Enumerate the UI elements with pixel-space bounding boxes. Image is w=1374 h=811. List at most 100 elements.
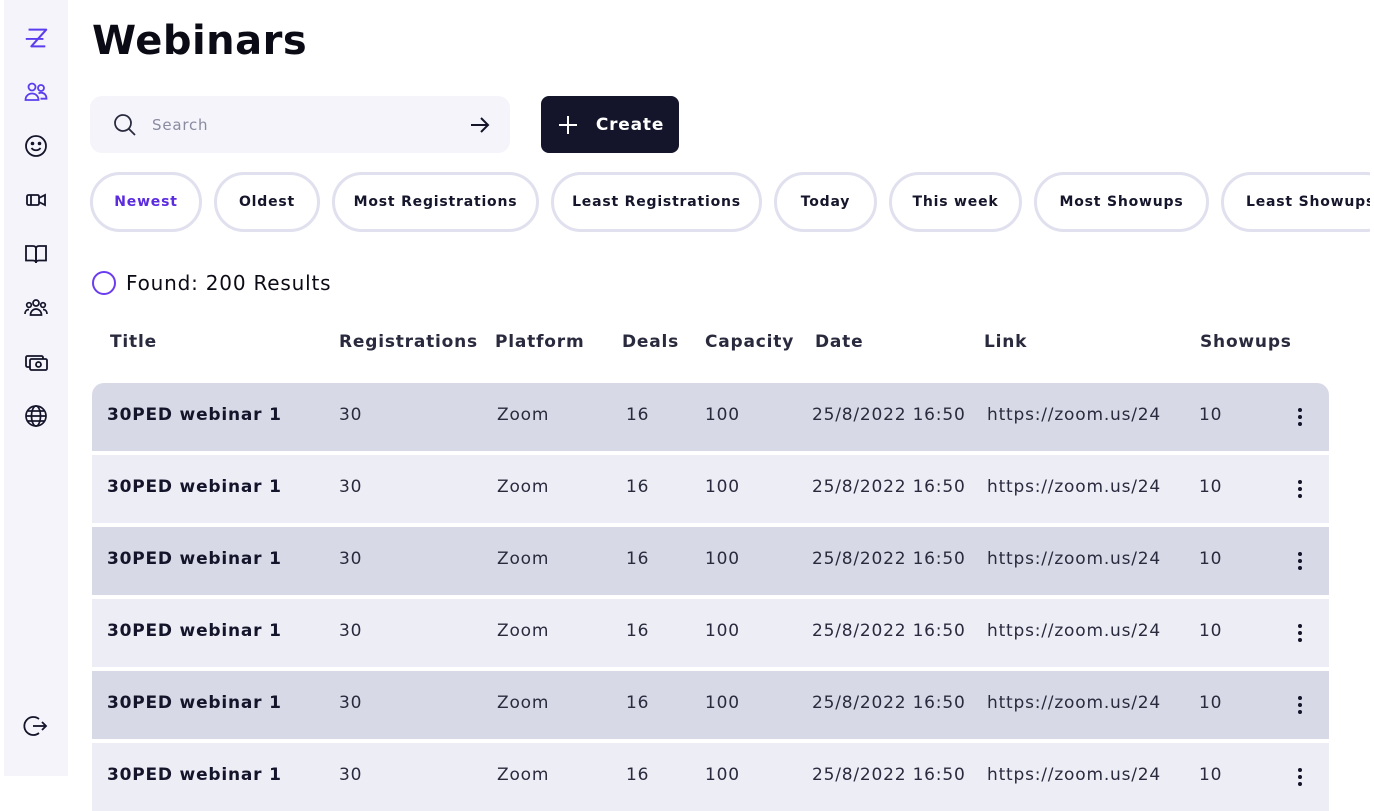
column-link[interactable]: Link (984, 332, 1027, 352)
column-title[interactable]: Title (110, 332, 157, 352)
cell-platform: Zoom (497, 621, 549, 641)
globe-icon[interactable] (20, 400, 52, 432)
column-showups[interactable]: Showups (1200, 332, 1292, 352)
loading-circle-icon (92, 271, 116, 295)
cell-registrations: 30 (339, 477, 362, 497)
column-registrations[interactable]: Registrations (339, 332, 478, 352)
cell-platform: Zoom (497, 693, 549, 713)
cell-deals: 16 (626, 693, 649, 713)
cell-platform: Zoom (497, 765, 549, 785)
more-options-icon[interactable] (1290, 765, 1310, 789)
cell-link[interactable]: https://zoom.us/24 (987, 549, 1161, 569)
cell-registrations: 30 (339, 765, 362, 785)
more-options-icon[interactable] (1290, 405, 1310, 429)
filter-least-registrations[interactable]: Least Registrations (551, 172, 762, 232)
cell-capacity: 100 (705, 765, 740, 785)
book-icon[interactable] (20, 238, 52, 270)
search-input[interactable] (152, 110, 452, 140)
cell-capacity: 100 (705, 405, 740, 425)
table-row[interactable]: 30PED webinar 1 30 Zoom 16 100 25/8/2022… (92, 671, 1329, 739)
logo-icon[interactable] (20, 22, 52, 54)
column-platform[interactable]: Platform (495, 332, 584, 352)
results-count: Found: 200 Results (92, 270, 331, 296)
money-icon[interactable] (20, 346, 52, 378)
create-button-label: Create (596, 115, 664, 135)
video-icon[interactable] (20, 184, 52, 216)
search-bar (90, 96, 510, 153)
cell-showups: 10 (1199, 621, 1222, 641)
cell-date: 25/8/2022 16:50 (812, 549, 966, 569)
cell-title: 30PED webinar 1 (107, 405, 282, 425)
cell-showups: 10 (1199, 477, 1222, 497)
cell-deals: 16 (626, 477, 649, 497)
cell-showups: 10 (1199, 405, 1222, 425)
arrow-right-icon[interactable] (468, 113, 492, 137)
table-row[interactable]: 30PED webinar 1 30 Zoom 16 100 25/8/2022… (92, 743, 1329, 811)
cell-registrations: 30 (339, 621, 362, 641)
table-row[interactable]: 30PED webinar 1 30 Zoom 16 100 25/8/2022… (92, 455, 1329, 523)
cell-platform: Zoom (497, 405, 549, 425)
search-icon (112, 112, 138, 138)
column-deals[interactable]: Deals (622, 332, 679, 352)
cell-platform: Zoom (497, 477, 549, 497)
table-row[interactable]: 30PED webinar 1 30 Zoom 16 100 25/8/2022… (92, 599, 1329, 667)
main-content: Webinars Create Newest Oldest Most Regis… (68, 0, 1374, 776)
cell-date: 25/8/2022 16:50 (812, 693, 966, 713)
results-text: Found: 200 Results (126, 271, 331, 295)
cell-registrations: 30 (339, 549, 362, 569)
community-icon[interactable] (20, 292, 52, 324)
filter-most-showups[interactable]: Most Showups (1034, 172, 1209, 232)
cell-link[interactable]: https://zoom.us/24 (987, 405, 1161, 425)
cell-title: 30PED webinar 1 (107, 549, 282, 569)
filter-oldest[interactable]: Oldest (214, 172, 320, 232)
cell-link[interactable]: https://zoom.us/24 (987, 693, 1161, 713)
cell-deals: 16 (626, 765, 649, 785)
table-row[interactable]: 30PED webinar 1 30 Zoom 16 100 25/8/2022… (92, 383, 1329, 451)
filter-newest[interactable]: Newest (90, 172, 202, 232)
cell-capacity: 100 (705, 477, 740, 497)
cell-link[interactable]: https://zoom.us/24 (987, 621, 1161, 641)
column-capacity[interactable]: Capacity (705, 332, 794, 352)
filter-least-showups[interactable]: Least Showups (1221, 172, 1370, 232)
cell-platform: Zoom (497, 549, 549, 569)
cell-title: 30PED webinar 1 (107, 621, 282, 641)
cell-registrations: 30 (339, 405, 362, 425)
cell-date: 25/8/2022 16:50 (812, 477, 966, 497)
cell-title: 30PED webinar 1 (107, 477, 282, 497)
more-options-icon[interactable] (1290, 549, 1310, 573)
cell-date: 25/8/2022 16:50 (812, 621, 966, 641)
more-options-icon[interactable] (1290, 477, 1310, 501)
cell-capacity: 100 (705, 693, 740, 713)
table-row[interactable]: 30PED webinar 1 30 Zoom 16 100 25/8/2022… (92, 527, 1329, 595)
page-title: Webinars (92, 18, 307, 64)
plus-icon (556, 113, 580, 137)
cell-showups: 10 (1199, 549, 1222, 569)
cell-link[interactable]: https://zoom.us/24 (987, 477, 1161, 497)
contacts-icon[interactable] (20, 76, 52, 108)
cell-deals: 16 (626, 405, 649, 425)
column-date[interactable]: Date (815, 332, 863, 352)
cell-capacity: 100 (705, 549, 740, 569)
cell-date: 25/8/2022 16:50 (812, 765, 966, 785)
filter-today[interactable]: Today (774, 172, 877, 232)
logout-icon[interactable] (20, 710, 52, 742)
more-options-icon[interactable] (1290, 693, 1310, 717)
create-button[interactable]: Create (541, 96, 679, 153)
filter-chips: Newest Oldest Most Registrations Least R… (90, 172, 1370, 234)
cell-registrations: 30 (339, 693, 362, 713)
more-options-icon[interactable] (1290, 621, 1310, 645)
cell-showups: 10 (1199, 693, 1222, 713)
cell-link[interactable]: https://zoom.us/24 (987, 765, 1161, 785)
table-header: Title Registrations Platform Deals Capac… (92, 330, 1329, 360)
filter-this-week[interactable]: This week (889, 172, 1022, 232)
cell-deals: 16 (626, 621, 649, 641)
cell-title: 30PED webinar 1 (107, 765, 282, 785)
cell-date: 25/8/2022 16:50 (812, 405, 966, 425)
sidebar (4, 0, 68, 776)
filter-most-registrations[interactable]: Most Registrations (332, 172, 539, 232)
cell-deals: 16 (626, 549, 649, 569)
cell-capacity: 100 (705, 621, 740, 641)
cell-title: 30PED webinar 1 (107, 693, 282, 713)
smiley-icon[interactable] (20, 130, 52, 162)
cell-showups: 10 (1199, 765, 1222, 785)
